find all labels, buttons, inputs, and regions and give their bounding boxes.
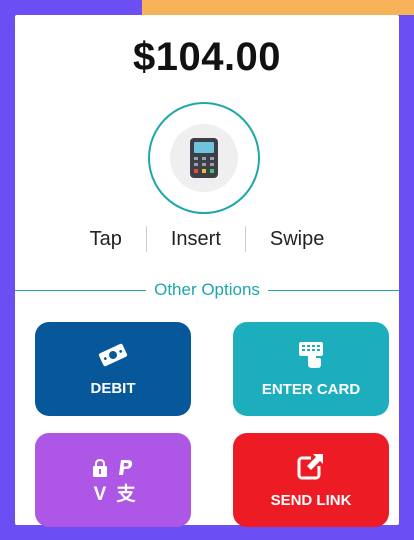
digital-wallets-button[interactable]: V 支 [35,433,191,527]
method-swipe: Swipe [269,227,325,250]
divider-line-right [267,289,400,291]
paypal-icon [116,458,136,483]
applepay-icon [90,458,110,483]
card-methods: Tap Insert Swipe [15,225,399,253]
card-reader-circle [148,102,260,214]
debit-button[interactable]: DEBIT [35,322,191,416]
debit-label: DEBIT [90,380,136,397]
keypad-icon [296,340,326,375]
alipay-icon: 支 [116,483,136,505]
method-separator [244,226,246,252]
method-insert: Insert [170,227,221,250]
card-terminal-icon [170,124,238,192]
enter-card-label: ENTER CARD [261,381,361,398]
venmo-icon: V [93,483,107,505]
enter-card-button[interactable]: ENTER CARD [233,322,389,416]
payment-amount: $104.00 [132,35,282,79]
method-separator [145,226,147,252]
send-link-button[interactable]: SEND LINK [233,433,389,527]
divider-line-left [15,289,147,291]
payment-card: $104.00 Tap Insert Swipe Other Options D… [15,15,400,527]
wallet-icons: V 支 [90,458,136,505]
cash-icon [96,341,130,374]
other-options-divider: Other Options [15,279,400,301]
send-link-label: SEND LINK [270,492,352,509]
method-tap: Tap [89,227,122,250]
other-options-label: Other Options [154,280,260,299]
top-strip [142,0,414,15]
external-link-icon [296,451,326,486]
